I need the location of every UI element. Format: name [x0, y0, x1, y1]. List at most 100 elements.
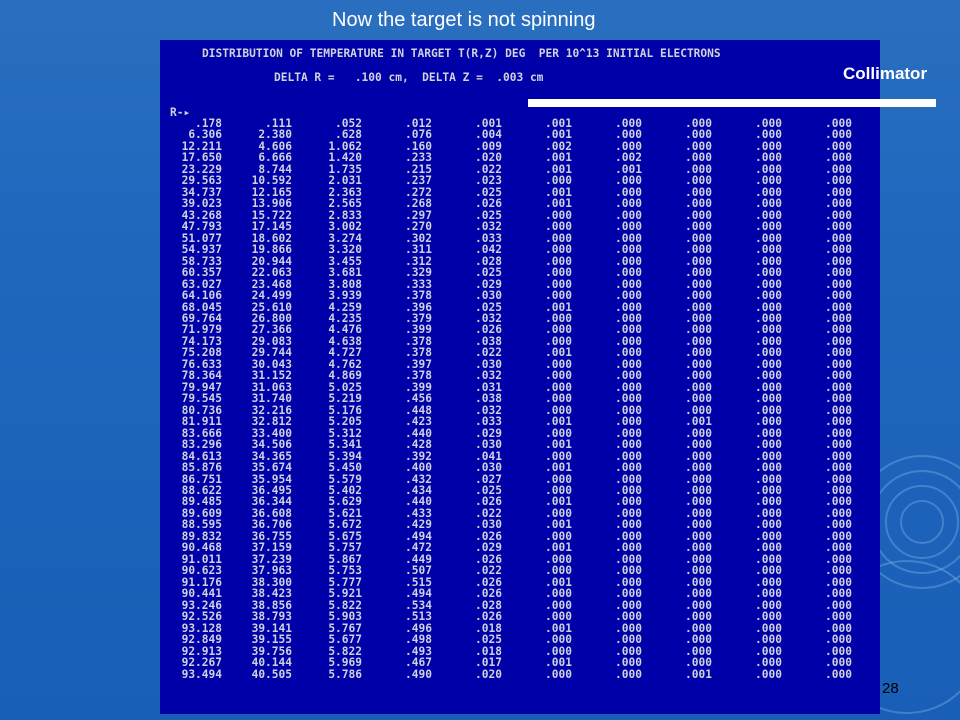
table-cell: .000: [615, 438, 642, 452]
table-cell: .000: [755, 220, 782, 234]
table-row: 85.876 35.674 5.450 .400 .030 .001 .000 .000 .00…: [164, 461, 852, 475]
table-cell: .020: [475, 667, 502, 681]
table-cell: 5.786: [328, 667, 362, 681]
table-cell: .000: [615, 289, 642, 303]
table-cell: .001: [545, 656, 572, 670]
table-cell: 19.866: [251, 243, 292, 257]
table-cell: .456: [405, 392, 432, 406]
table-cell: .000: [685, 392, 712, 406]
table-cell: .032: [475, 220, 502, 234]
table-row: 92.267 40.144 5.969 .467 .017 .001 .000 .000 .00…: [164, 656, 852, 670]
table-row: 93.494 40.505 5.786 .490 .020 .000 .000 .001 .00…: [164, 667, 852, 681]
table-cell: .000: [615, 392, 642, 406]
table-cell: .311: [405, 243, 432, 257]
table-cell: .000: [615, 656, 642, 670]
table-cell: 92.849: [181, 633, 222, 647]
table-cell: 81.911: [181, 415, 222, 429]
table-cell: .467: [405, 656, 432, 670]
table-cell: 5.450: [328, 461, 362, 475]
table-cell: .001: [545, 461, 572, 475]
slide-number: 28: [882, 680, 899, 697]
table-row: 92.849 39.155 5.677 .498 .025 .000 .000 .000 .00…: [164, 633, 852, 647]
table-cell: .329: [405, 266, 432, 280]
table-cell: .000: [825, 633, 852, 647]
table-cell: .000: [755, 438, 782, 452]
table-cell: .042: [475, 243, 502, 257]
table-row: 54.937 19.866 3.320 .311 .042 .000 .000 .000 .00…: [164, 243, 852, 257]
table-cell: 5.341: [328, 438, 362, 452]
table-cell: 64.106: [181, 289, 222, 303]
table-cell: 17.145: [251, 220, 292, 234]
table-row: 47.793 17.145 3.002 .270 .032 .000 .000 .000 .00…: [164, 220, 852, 234]
collimator-label: Collimator: [843, 64, 928, 83]
table-cell: .000: [685, 587, 712, 601]
table-row: 79.545 31.740 5.219 .456 .038 .000 .000 .000 .00…: [164, 392, 852, 406]
table-cell: 5.677: [328, 633, 362, 647]
table-cell: .038: [475, 392, 502, 406]
table-row: 81.911 32.812 5.205 .423 .033 .001 .000 .001 .00…: [164, 415, 852, 429]
table-cell: 39.155: [251, 633, 292, 647]
table-cell: .000: [825, 266, 852, 280]
table-cell: .000: [825, 667, 852, 681]
table-cell: 40.505: [251, 667, 292, 681]
table-cell: 5.205: [328, 415, 362, 429]
table-cell: .001: [685, 415, 712, 429]
table-cell: .000: [825, 656, 852, 670]
table-cell: .498: [405, 633, 432, 647]
table-cell: .000: [685, 461, 712, 475]
table-cell: 32.812: [251, 415, 292, 429]
table-row: 83.296 34.506 5.341 .428 .030 .001 .000 .000 .00…: [164, 438, 852, 452]
table-cell: .000: [755, 415, 782, 429]
table-cell: .000: [685, 220, 712, 234]
table-cell: .000: [615, 220, 642, 234]
table-cell: .490: [405, 667, 432, 681]
table-cell: .000: [825, 392, 852, 406]
table-cell: .000: [615, 610, 642, 624]
table-cell: 5.921: [328, 587, 362, 601]
table-cell: .026: [475, 587, 502, 601]
table-cell: .000: [755, 392, 782, 406]
table-cell: .000: [545, 220, 572, 234]
table-cell: 34.506: [251, 438, 292, 452]
table-cell: .000: [755, 243, 782, 257]
table-cell: .000: [825, 243, 852, 257]
table-cell: .025: [475, 266, 502, 280]
table-cell: 3.681: [328, 266, 362, 280]
table-cell: .000: [755, 289, 782, 303]
table-cell: .000: [755, 461, 782, 475]
table-cell: .000: [825, 220, 852, 234]
table-cell: .000: [615, 243, 642, 257]
table-cell: .000: [615, 461, 642, 475]
table-cell: 5.219: [328, 392, 362, 406]
table-cell: .000: [825, 438, 852, 452]
table-cell: .030: [475, 438, 502, 452]
table-cell: .017: [475, 656, 502, 670]
table-cell: .001: [545, 415, 572, 429]
table-cell: .000: [825, 415, 852, 429]
table-cell: 83.296: [181, 438, 222, 452]
table-cell: 22.063: [251, 266, 292, 280]
temperature-table: .178.111.052.012.001.001.000.000.000.000…: [164, 118, 852, 680]
background-ripple: [900, 500, 944, 544]
table-cell: .400: [405, 461, 432, 475]
table-cell: .000: [685, 289, 712, 303]
table-cell: .428: [405, 438, 432, 452]
table-cell: 31.740: [251, 392, 292, 406]
table-cell: 85.876: [181, 461, 222, 475]
table-cell: .000: [685, 438, 712, 452]
table-cell: 24.499: [251, 289, 292, 303]
table-cell: .000: [545, 587, 572, 601]
table-cell: 92.267: [181, 656, 222, 670]
table-cell: .378: [405, 289, 432, 303]
table-cell: .000: [755, 610, 782, 624]
table-cell: .000: [755, 656, 782, 670]
table-cell: .030: [475, 289, 502, 303]
table-cell: .000: [545, 266, 572, 280]
table-cell: 40.144: [251, 656, 292, 670]
table-cell: 3.939: [328, 289, 362, 303]
table-cell: .000: [755, 587, 782, 601]
table-cell: .001: [685, 667, 712, 681]
table-cell: .000: [615, 266, 642, 280]
table-row: 92.526 38.793 5.903 .513 .026 .000 .000 .000 .00…: [164, 610, 852, 624]
table-cell: .000: [755, 266, 782, 280]
